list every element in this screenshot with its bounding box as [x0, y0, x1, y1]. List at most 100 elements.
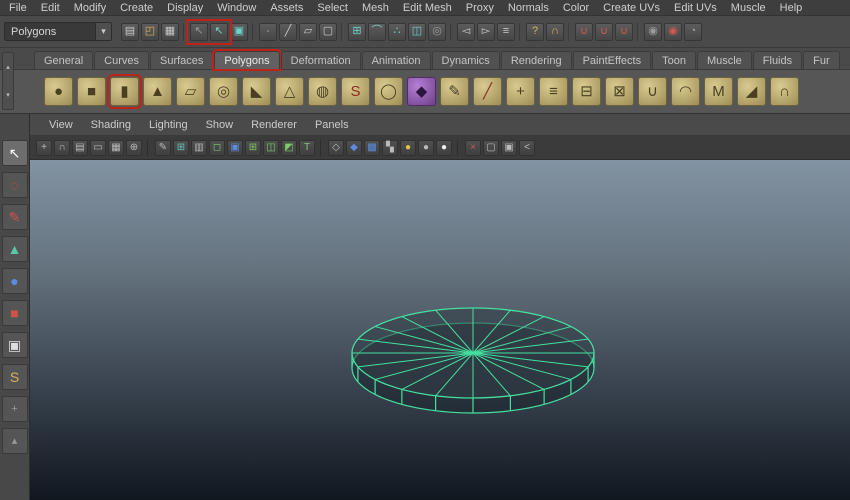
panel-menu-item[interactable]: Shading: [82, 119, 140, 131]
panel-menu-item[interactable]: Panels: [306, 119, 358, 131]
shelf-collapse-toggle[interactable]: ▴ ▾: [2, 52, 14, 110]
resolution-gate-icon[interactable]: ◻: [209, 139, 225, 156]
menu-item[interactable]: Mesh: [355, 1, 396, 15]
occlusion-icon[interactable]: ●: [436, 139, 452, 156]
menu-item[interactable]: Select: [310, 1, 355, 15]
component-mask-faces-icon[interactable]: ▱: [299, 22, 317, 41]
new-scene-icon[interactable]: ▤: [121, 22, 139, 41]
select-by-object-icon[interactable]: ↖: [210, 22, 228, 41]
shelf-tab[interactable]: General: [34, 51, 94, 69]
grease-pencil-icon[interactable]: ✎: [155, 139, 171, 156]
field-chart-icon[interactable]: ⊞: [245, 139, 261, 156]
select-tool[interactable]: ↖: [1, 140, 28, 166]
shelf-tab[interactable]: Fluids: [752, 51, 803, 69]
poly-plane-icon[interactable]: ▱: [176, 77, 205, 106]
shelf-tab[interactable]: Curves: [94, 51, 149, 69]
last-tool-used[interactable]: ▴: [1, 428, 28, 454]
textured-icon[interactable]: ▩: [364, 139, 380, 156]
show-manipulator-tool[interactable]: +: [1, 396, 28, 422]
shelf-tab[interactable]: Toon: [652, 51, 696, 69]
shelf-tab[interactable]: Animation: [361, 51, 431, 69]
poly-torus-icon[interactable]: ◎: [209, 77, 238, 106]
lock-camera-icon[interactable]: ∩: [54, 139, 70, 156]
bookmark-icon[interactable]: ▭: [90, 139, 106, 156]
scale-tool[interactable]: ■: [1, 300, 28, 326]
snap-to-view-planes-icon[interactable]: ◫: [408, 22, 426, 41]
pan-zoom-icon[interactable]: ⊕: [126, 139, 142, 156]
grid-icon[interactable]: ⊞: [173, 139, 189, 156]
shelf-tab[interactable]: Rendering: [500, 51, 572, 69]
sculpt-geometry-icon[interactable]: ✎: [440, 77, 469, 106]
snap-to-grids-icon[interactable]: ⊞: [348, 22, 366, 41]
safe-title-icon[interactable]: ◩: [281, 139, 297, 156]
menu-item[interactable]: Muscle: [724, 1, 773, 15]
help-icon[interactable]: ?: [526, 22, 544, 41]
shelf-tab[interactable]: PaintEffects: [572, 51, 652, 69]
shelf-tab[interactable]: Muscle: [696, 51, 752, 69]
menu-item[interactable]: Proxy: [459, 1, 501, 15]
menu-item[interactable]: Window: [210, 1, 263, 15]
select-by-component-icon[interactable]: ▣: [230, 22, 248, 41]
shadows-icon[interactable]: ●: [418, 139, 434, 156]
panel-menu-item[interactable]: Lighting: [140, 119, 197, 131]
gate-mask-icon[interactable]: ▣: [227, 139, 243, 156]
frame-rate-icon[interactable]: T: [299, 139, 315, 156]
panel-menu-item[interactable]: Show: [197, 119, 243, 131]
mirror-geometry-icon[interactable]: M: [704, 77, 733, 106]
bridge-icon[interactable]: ∩: [770, 77, 799, 106]
rotate-tool[interactable]: ●: [1, 268, 28, 294]
output-connections-icon[interactable]: ▻: [477, 22, 495, 41]
snap-align-magnet-icon-2[interactable]: ∪: [595, 22, 613, 41]
shelf-tab[interactable]: Polygons: [212, 49, 282, 71]
menu-item[interactable]: Edit Mesh: [396, 1, 459, 15]
snap-to-points-icon[interactable]: ∴: [388, 22, 406, 41]
poly-cone-icon[interactable]: ▲: [143, 77, 172, 106]
poly-pyramid-icon[interactable]: △: [275, 77, 304, 106]
extract-icon[interactable]: ⊠: [605, 77, 634, 106]
lights-icon[interactable]: ●: [400, 139, 416, 156]
film-gate-icon[interactable]: ▥: [191, 139, 207, 156]
construction-history-icon[interactable]: ≡: [497, 22, 515, 41]
menu-item[interactable]: Assets: [263, 1, 310, 15]
lock-icon[interactable]: ∩: [546, 22, 564, 41]
shelf-tab[interactable]: Deformation: [280, 51, 361, 69]
wireframe-icon[interactable]: ◇: [328, 139, 344, 156]
panel-menu-item[interactable]: Renderer: [242, 119, 306, 131]
component-mask-hulls-icon[interactable]: ▢: [319, 22, 337, 41]
poly-soccer-ball-icon[interactable]: ◯: [374, 77, 403, 106]
poly-pipe-icon[interactable]: ◍: [308, 77, 337, 106]
panel-menu-item[interactable]: View: [40, 119, 82, 131]
split-polygon-icon[interactable]: ╱: [473, 77, 502, 106]
shaded-icon[interactable]: ◆: [346, 139, 362, 156]
soft-modification-tool[interactable]: S: [1, 364, 28, 390]
shelf-tab[interactable]: Surfaces: [149, 51, 214, 69]
menu-item[interactable]: Display: [160, 1, 210, 15]
lasso-select-tool[interactable]: ◌: [1, 172, 28, 198]
combine-icon[interactable]: ≡: [539, 77, 568, 106]
menu-item[interactable]: Create UVs: [596, 1, 667, 15]
select-by-hierarchy-icon[interactable]: ↖: [190, 22, 208, 41]
component-mask-lines-icon[interactable]: ╱: [279, 22, 297, 41]
separate-icon[interactable]: ⊟: [572, 77, 601, 106]
universal-manipulator-tool[interactable]: ▣: [1, 332, 28, 358]
menu-item[interactable]: Edit UVs: [667, 1, 724, 15]
render-settings-icon[interactable]: ◔: [684, 22, 702, 41]
render-current-frame-icon[interactable]: ◉: [644, 22, 662, 41]
paint-select-tool[interactable]: ✎: [1, 204, 28, 230]
poly-prism-icon[interactable]: ◣: [242, 77, 271, 106]
camera-attributes-icon[interactable]: ▤: [72, 139, 88, 156]
save-scene-icon[interactable]: ▦: [161, 22, 179, 41]
share-view-icon[interactable]: <: [519, 139, 535, 156]
poly-cube-icon[interactable]: ■: [77, 77, 106, 106]
snap-align-magnet-icon-3[interactable]: ∪: [615, 22, 633, 41]
snap-align-magnet-icon-1[interactable]: ∪: [575, 22, 593, 41]
boolean-icon[interactable]: ∪: [638, 77, 667, 106]
menu-item[interactable]: Create: [113, 1, 160, 15]
select-camera-icon[interactable]: +: [36, 139, 52, 156]
subdiv-display-icon[interactable]: ▢: [483, 139, 499, 156]
shelf-tab[interactable]: Dynamics: [431, 51, 500, 69]
snap-to-curves-icon[interactable]: ⌒: [368, 22, 386, 41]
input-connections-icon[interactable]: ◅: [457, 22, 475, 41]
menu-item[interactable]: Modify: [67, 1, 113, 15]
poly-platonic-solid-icon[interactable]: ◆: [407, 77, 436, 106]
